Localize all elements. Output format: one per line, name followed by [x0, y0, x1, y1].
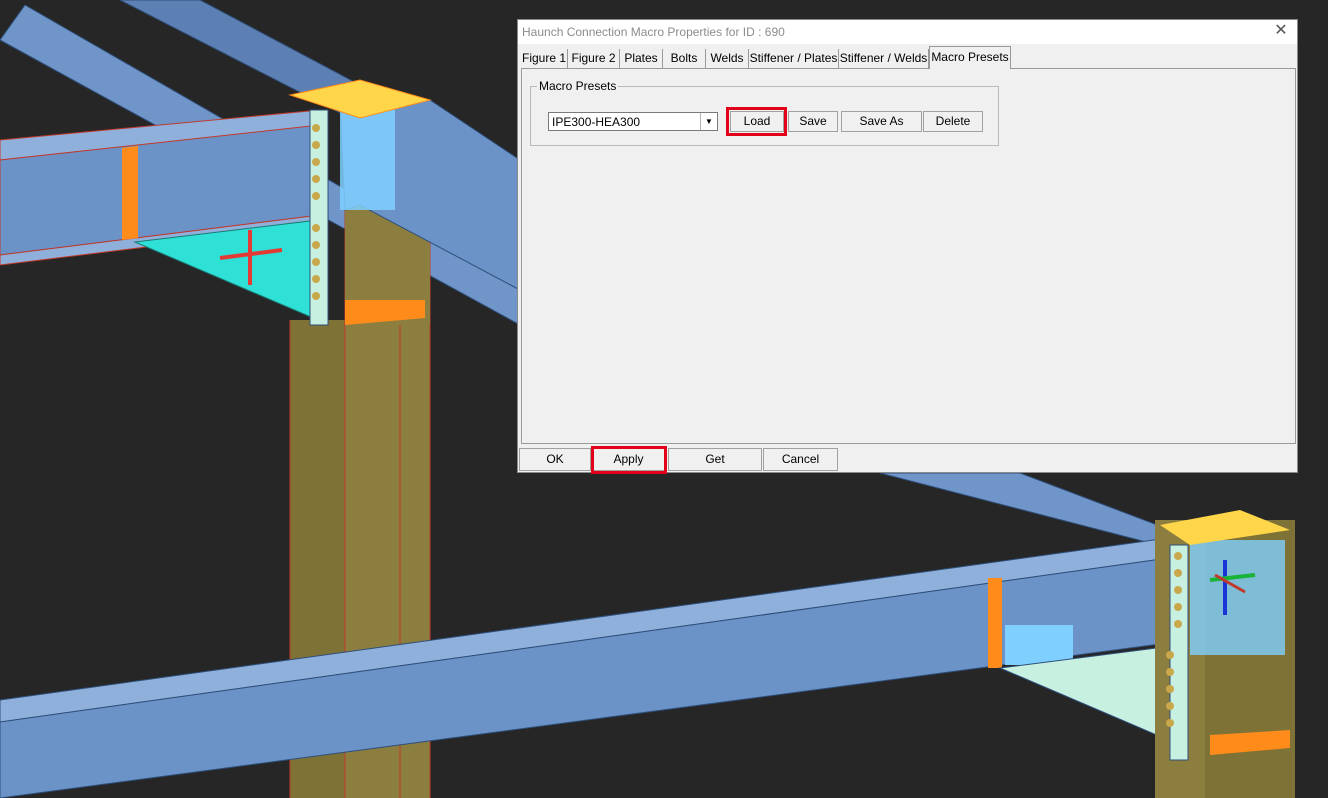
dialog-title: Haunch Connection Macro Properties for I… [522, 25, 785, 39]
preset-selected-value: IPE300-HEA300 [552, 115, 641, 129]
chevron-down-icon[interactable]: ▼ [700, 113, 717, 130]
group-label: Macro Presets [537, 79, 619, 93]
save-button[interactable]: Save [788, 111, 838, 132]
apply-button[interactable]: Apply [592, 448, 665, 471]
macro-properties-dialog: Haunch Connection Macro Properties for I… [517, 19, 1298, 474]
title-bar[interactable]: Haunch Connection Macro Properties for I… [518, 20, 1297, 44]
tab-welds[interactable]: Welds [706, 49, 749, 68]
tab-macro-presets[interactable]: Macro Presets [929, 46, 1011, 69]
close-icon[interactable]: ✕ [1271, 21, 1291, 41]
tab-plates[interactable]: Plates [620, 49, 663, 68]
tab-stiffener-plates[interactable]: Stiffener / Plates [749, 49, 839, 68]
ok-button[interactable]: OK [519, 448, 591, 471]
macro-presets-panel: Macro Presets IPE300-HEA300 ▼ Load Save … [521, 68, 1296, 444]
dialog-footer: OK Apply Get Cancel [518, 444, 1297, 474]
get-button[interactable]: Get [668, 448, 762, 471]
save-as-button[interactable]: Save As [841, 111, 922, 132]
tab-stiffener-welds[interactable]: Stiffener / Welds [839, 49, 929, 68]
tab-bolts[interactable]: Bolts [663, 49, 706, 68]
load-button[interactable]: Load [730, 111, 784, 132]
delete-button[interactable]: Delete [923, 111, 983, 132]
cancel-button[interactable]: Cancel [763, 448, 838, 471]
preset-dropdown[interactable]: IPE300-HEA300 ▼ [548, 112, 718, 131]
macro-presets-group: Macro Presets IPE300-HEA300 ▼ Load Save … [530, 79, 999, 146]
tab-figure-1[interactable]: Figure 1 [521, 49, 568, 68]
tab-strip: Figure 1 Figure 2 Plates Bolts Welds Sti… [521, 46, 1296, 69]
end-plate-upper [309, 109, 329, 326]
tab-figure-2[interactable]: Figure 2 [568, 49, 620, 68]
